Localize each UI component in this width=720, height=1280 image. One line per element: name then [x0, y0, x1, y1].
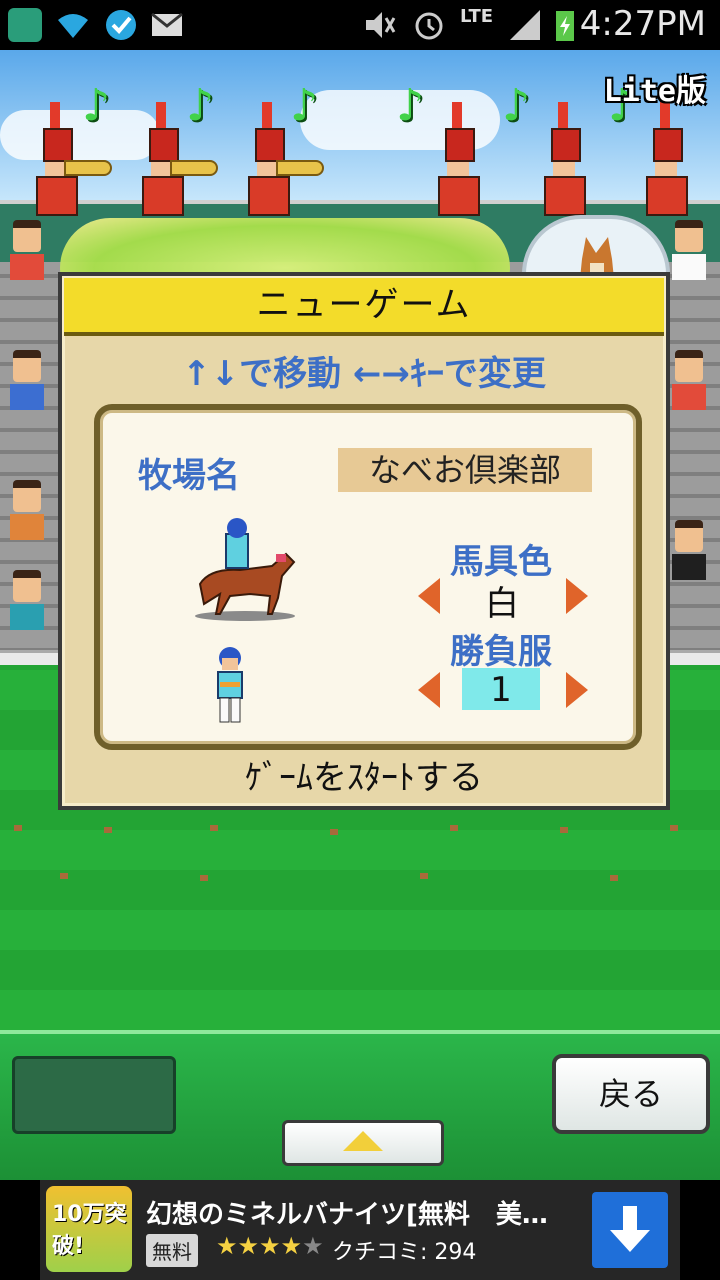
turf-divot	[450, 825, 458, 831]
farm-name-label: 牧場名	[138, 456, 240, 496]
turf-divot	[330, 829, 338, 835]
wifi-icon	[56, 8, 90, 42]
trumpeter	[142, 102, 218, 216]
horse-and-rider-sprite	[190, 514, 300, 624]
spectator	[10, 220, 44, 280]
alarm-icon	[412, 8, 446, 42]
up-arrow-icon	[343, 1131, 383, 1151]
start-game-button[interactable]: ｹﾞｰﾑをｽﾀｰﾄする	[62, 750, 666, 799]
spectator	[10, 480, 44, 540]
download-button[interactable]	[592, 1192, 668, 1268]
lite-edition-badge: Lite版	[603, 74, 706, 109]
ad-reviews: クチコミ: 294	[332, 1240, 477, 1265]
network-type-label: LTE	[460, 6, 494, 27]
ad-free-badge: 無料	[146, 1234, 198, 1267]
silks-value: 1	[490, 670, 512, 710]
jockey-sprite	[208, 646, 252, 726]
silks-prev-button[interactable]	[418, 672, 440, 708]
ad-app-icon[interactable]: 10万突破!	[46, 1186, 132, 1272]
trumpeter	[646, 102, 688, 216]
silks-value-box: 1	[462, 668, 540, 710]
ad-banner[interactable]: 10万突破! 幻想のミネルバナイツ[無料 美女... 無料 ★★★★★ クチコミ…	[0, 1180, 720, 1280]
spectator	[10, 570, 44, 630]
turf-divot	[104, 827, 112, 833]
controls-hint: ↑↓で移動 ←→ｷｰで変更	[182, 354, 546, 394]
trumpeter	[438, 102, 480, 216]
back-button[interactable]: 戻る	[552, 1054, 710, 1134]
tack-color-value: 白	[485, 584, 519, 624]
turf-divot	[200, 875, 208, 881]
settings-panel: 牧場名 なべお倶楽部 馬具色 白 勝負服 1	[94, 404, 642, 750]
music-note-icon: ♪	[502, 80, 531, 131]
music-note-icon: ♪	[186, 80, 215, 131]
tack-color-next-button[interactable]	[566, 578, 588, 614]
turf-divot	[14, 825, 22, 831]
turf-divot	[610, 875, 618, 881]
mail-icon	[150, 8, 184, 42]
ad-icon-text: 10万突破!	[52, 1202, 127, 1259]
tack-color-prev-button[interactable]	[418, 578, 440, 614]
silks-label: 勝負服	[450, 632, 552, 672]
silks-next-button[interactable]	[566, 672, 588, 708]
trumpeter	[248, 102, 324, 216]
battery-charging-icon	[548, 8, 582, 42]
download-icon	[623, 1206, 637, 1232]
expand-menu-button[interactable]	[282, 1120, 444, 1166]
new-game-dialog: ニューゲーム ↑↓で移動 ←→ｷｰで変更 牧場名 なべお倶楽部 馬具色 白 勝負…	[58, 272, 670, 810]
download-icon-arrowhead	[610, 1230, 650, 1252]
farm-name-field[interactable]: なべお倶楽部	[338, 448, 592, 492]
turf-divot	[560, 827, 568, 833]
spectator	[10, 350, 44, 410]
check-icon	[104, 8, 138, 42]
ad-content[interactable]: 10万突破! 幻想のミネルバナイツ[無料 美女... 無料 ★★★★★ クチコミ…	[40, 1180, 680, 1280]
turf-divot	[670, 825, 678, 831]
clock: 4:27PM	[579, 4, 706, 44]
spectator	[672, 350, 706, 410]
cloud	[0, 110, 160, 160]
control-bar: 戻る	[0, 1030, 720, 1184]
ad-rating-stars: ★★★★★	[216, 1232, 324, 1260]
dialog-title: ニューゲーム	[64, 278, 664, 336]
music-note-icon: ♪	[396, 80, 425, 131]
status-bar: LTE 4:27PM	[0, 0, 720, 50]
music-note-icon: ♪	[290, 80, 319, 131]
trumpeter	[544, 102, 586, 216]
ad-title[interactable]: 幻想のミネルバナイツ[無料 美女...	[146, 1194, 566, 1231]
t-shield-icon	[8, 8, 42, 42]
turf-divot	[420, 873, 428, 879]
mute-icon	[362, 8, 396, 42]
turf-divot	[60, 873, 68, 879]
music-note-icon: ♪	[82, 80, 111, 131]
turf-divot	[210, 825, 218, 831]
left-control-slot[interactable]	[12, 1056, 176, 1134]
spectator	[672, 220, 706, 280]
signal-icon	[508, 8, 542, 42]
trumpeter	[36, 102, 112, 216]
spectator	[672, 520, 706, 580]
game-scene: ♪ ♪ ♪ ♪ ♪ ♪ Lite版 ニューゲーム ↑↓で移動 ←→ｷｰで変更 牧…	[0, 50, 720, 1030]
